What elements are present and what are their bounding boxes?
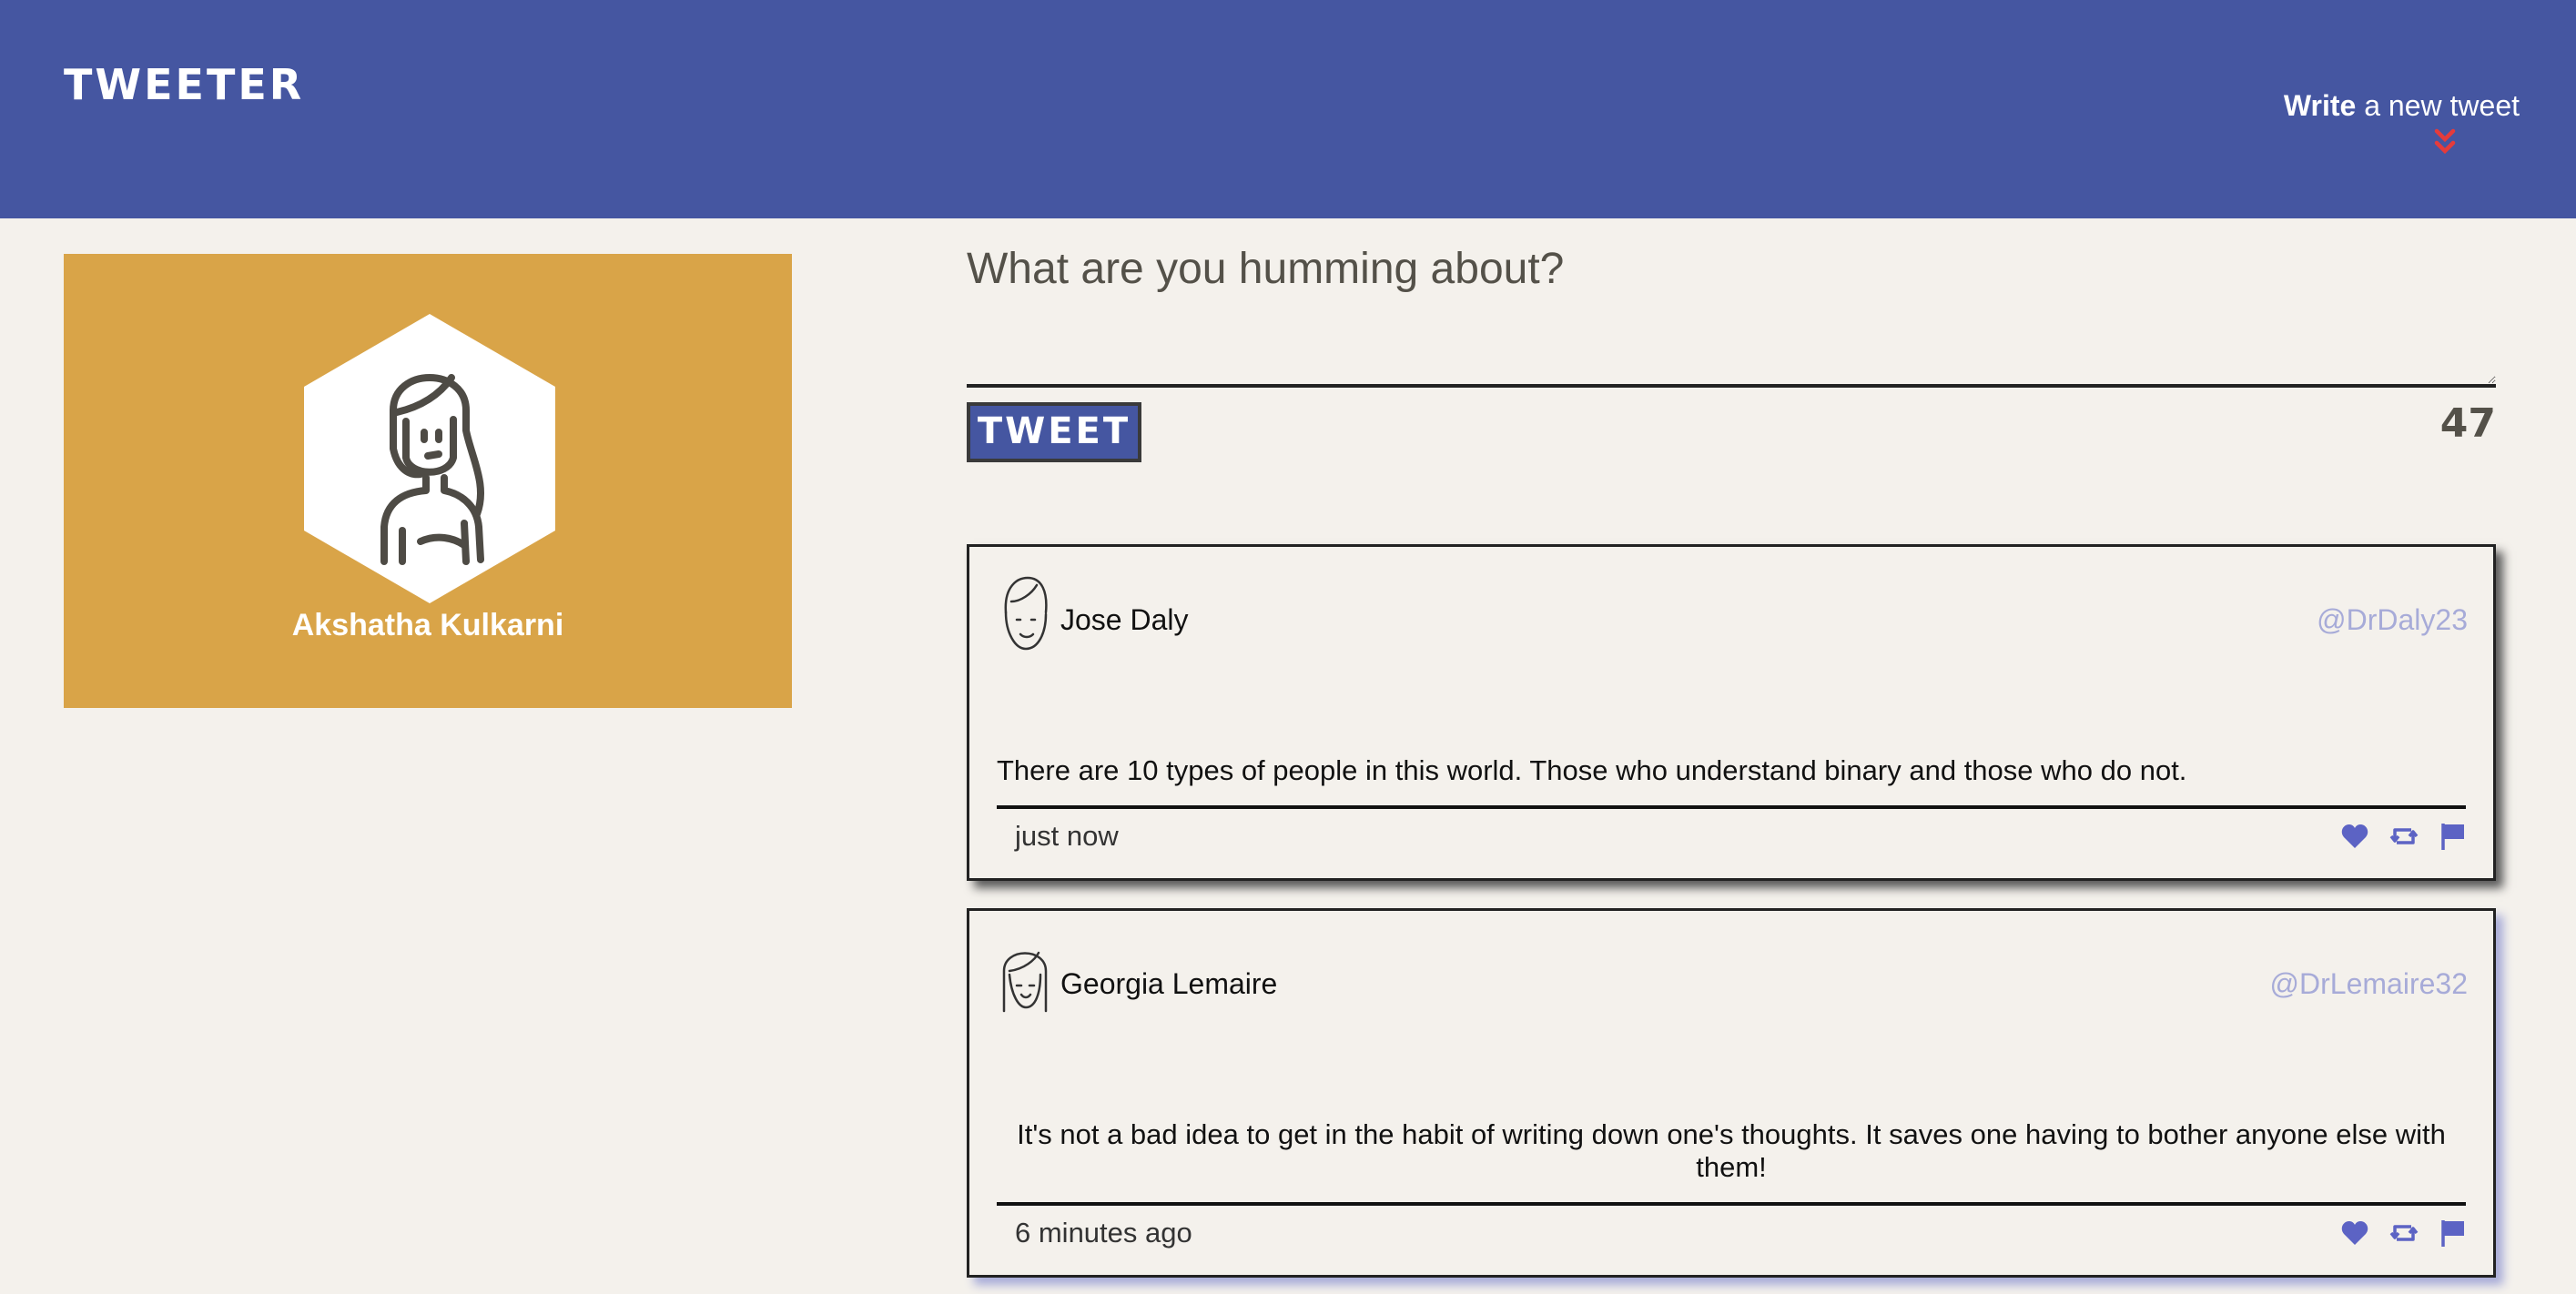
write-toggle-text: a new tweet xyxy=(2356,89,2520,122)
retweet-icon[interactable] xyxy=(2389,1218,2419,1248)
flag-icon[interactable] xyxy=(2439,822,2468,851)
tweet-card: Georgia Lemaire @DrLemaire32 It's not a … xyxy=(967,908,2496,1278)
heart-icon[interactable] xyxy=(2340,822,2369,851)
character-counter: 47 xyxy=(2439,400,2496,447)
chevron-down-icon[interactable] xyxy=(2434,127,2456,158)
heart-icon[interactable] xyxy=(2340,1218,2369,1248)
profile-name: Akshatha Kulkarni xyxy=(291,608,564,642)
flag-icon[interactable] xyxy=(2439,1218,2468,1248)
retweet-icon[interactable] xyxy=(2389,822,2419,851)
brand-logo[interactable]: TWEETER xyxy=(64,60,304,109)
tweet-submit-button[interactable]: TWEET xyxy=(967,402,1141,462)
tweet-divider xyxy=(997,805,2466,809)
write-new-tweet-toggle[interactable]: Write a new tweet xyxy=(2246,89,2520,123)
female-avatar-icon xyxy=(1002,951,1048,1013)
tweet-author-name[interactable]: Jose Daly xyxy=(1060,603,1189,637)
tweet-compose-input[interactable] xyxy=(967,238,2496,388)
tweet-timestamp: 6 minutes ago xyxy=(1015,1217,1192,1249)
tweet-timestamp: just now xyxy=(1015,820,1119,852)
tweet-content: There are 10 types of people in this wor… xyxy=(997,754,2187,786)
tweet-author-handle[interactable]: @DrDaly23 xyxy=(2317,603,2468,637)
tweet-author-name[interactable]: Georgia Lemaire xyxy=(1060,967,1277,1001)
male-avatar-icon xyxy=(1004,576,1048,651)
top-navbar: TWEETER Write a new tweet xyxy=(0,0,2576,218)
tweet-card: Jose Daly @DrDaly23 There are 10 types o… xyxy=(967,544,2496,881)
tweet-content: It's not a bad idea to get in the habit … xyxy=(1017,1118,2446,1183)
tweet-actions xyxy=(2340,1218,2468,1248)
profile-avatar xyxy=(304,314,555,603)
tweet-divider xyxy=(997,1202,2466,1206)
write-toggle-bold: Write xyxy=(2283,89,2357,122)
tweet-actions xyxy=(2340,822,2468,851)
tweet-author-handle[interactable]: @DrLemaire32 xyxy=(2270,967,2468,1001)
